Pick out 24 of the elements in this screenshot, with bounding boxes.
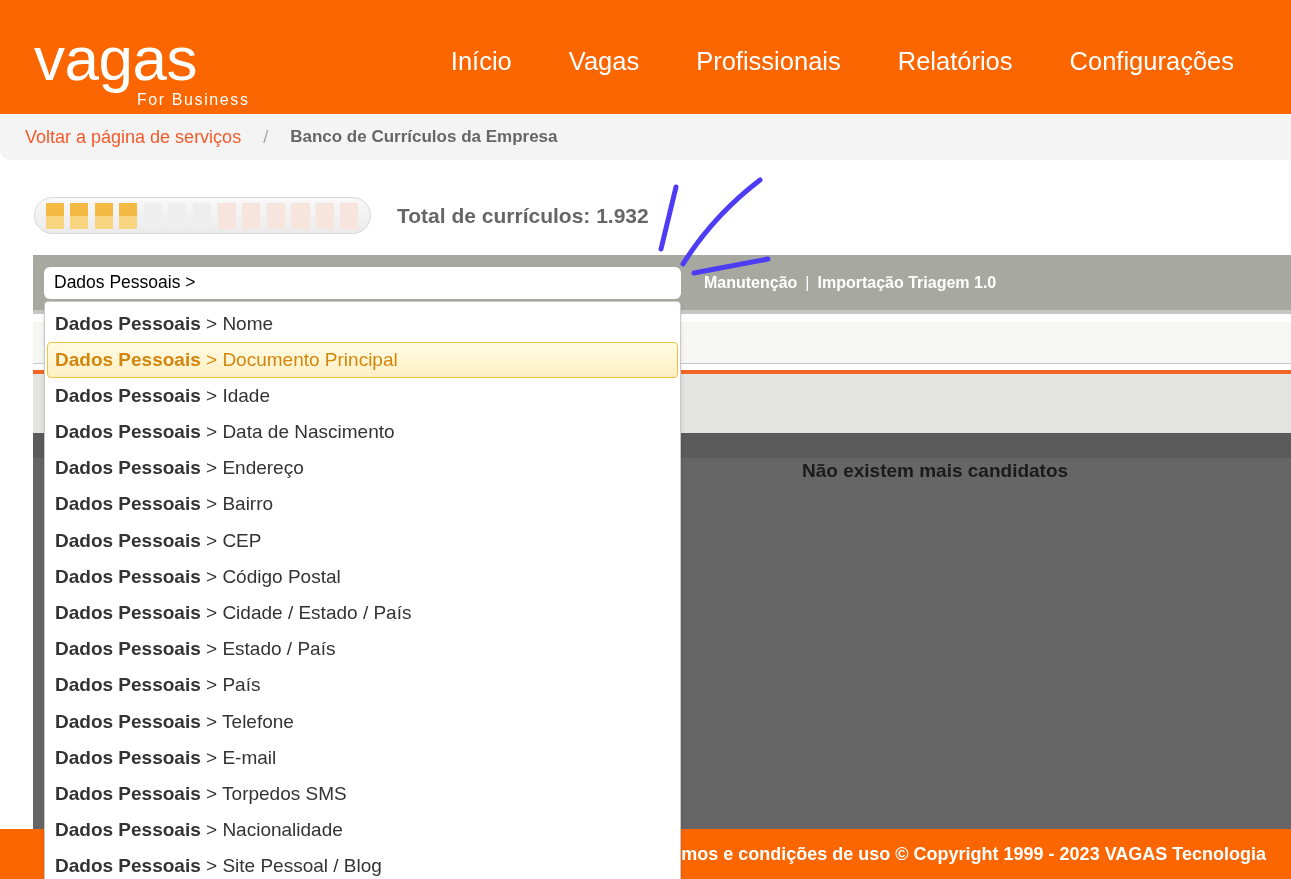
suggestion-item[interactable]: Dados Pessoais > Cidade / Estado / País	[47, 595, 678, 632]
suggestion-item[interactable]: Dados Pessoais > Site Pessoal / Blog	[47, 848, 678, 879]
suggestion-item[interactable]: Dados Pessoais > E-mail	[47, 739, 678, 776]
empty-message: Não existem mais candidatos	[802, 459, 1069, 483]
suggestion-item[interactable]: Dados Pessoais > Nome	[47, 305, 678, 342]
suggestion-item[interactable]: Dados Pessoais > Código Postal	[47, 558, 678, 595]
suggestion-item[interactable]: Dados Pessoais > Data de Nascimento	[47, 414, 678, 451]
logo-tagline: For Business	[137, 93, 250, 107]
logo-wordmark: vagas	[34, 28, 197, 93]
footer-copyright: mos e condições de uso © Copyright 1999 - 2023 VAGAS Tecnologia	[681, 843, 1266, 865]
suggestion-item[interactable]: Dados Pessoais > Bairro	[47, 486, 678, 523]
suggestion-item[interactable]: Dados Pessoais > Idade	[47, 377, 678, 415]
suggestion-item[interactable]: Dados Pessoais > Torpedos SMS	[47, 775, 678, 813]
page-title: Banco de Currículos da Empresa	[290, 127, 558, 147]
suggestion-item[interactable]: Dados Pessoais > País	[47, 667, 678, 704]
link-separator: |	[805, 273, 810, 292]
suggestion-item[interactable]: Dados Pessoais > CEP	[47, 522, 678, 559]
search-field[interactable]: Dados Pessoais >	[44, 266, 681, 299]
suggestion-item[interactable]: Dados Pessoais > Estado / País	[47, 631, 678, 668]
suggestion-item[interactable]: Dados Pessoais > Telefone	[47, 703, 678, 740]
breadcrumb-separator: /	[263, 126, 269, 148]
suggestion-item[interactable]: Dados Pessoais > Nacionalidade	[47, 812, 678, 849]
suggestion-item[interactable]: Dados Pessoais > Endereço	[47, 450, 678, 487]
total-count: Total de currículos: 1.932	[397, 203, 649, 228]
